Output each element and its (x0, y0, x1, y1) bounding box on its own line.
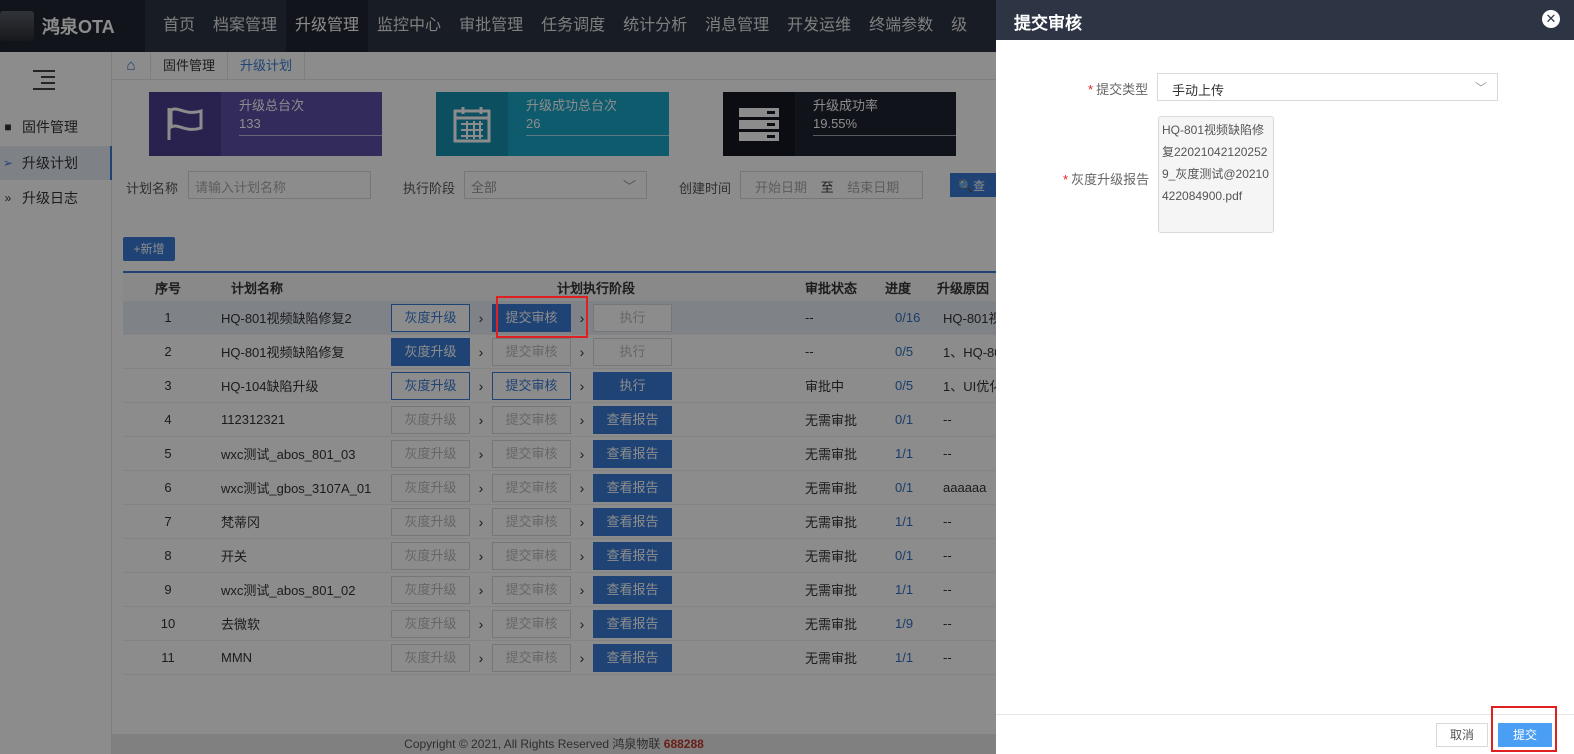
modal-overlay[interactable] (0, 0, 996, 754)
close-icon[interactable]: ✕ (1542, 10, 1560, 28)
submit-type-select[interactable]: 手动上传 ﹀ (1157, 73, 1498, 101)
chevron-down-icon: ﹀ (1474, 81, 1487, 95)
highlight-box (496, 296, 588, 338)
submit-type-value: 手动上传 (1172, 83, 1225, 98)
cancel-button[interactable]: 取消 (1436, 723, 1488, 747)
drawer-header: 提交审核 ✕ (996, 0, 1574, 40)
highlight-box (1491, 706, 1557, 752)
drawer-title: 提交审核 (1014, 14, 1082, 33)
report-label: * 灰度升级报告 (1063, 172, 1150, 187)
submit-type-label: * 提交类型 (1088, 82, 1149, 97)
report-file-box[interactable]: HQ-801视频缺陷修复22021042120252 9_灰度测试@202104… (1158, 116, 1274, 233)
drawer-footer: 取消 提交 (996, 714, 1574, 754)
submit-review-drawer: 提交审核 ✕ * 提交类型 手动上传 ﹀ * 灰度升级报告 HQ-801视频缺陷修复… (996, 0, 1574, 754)
